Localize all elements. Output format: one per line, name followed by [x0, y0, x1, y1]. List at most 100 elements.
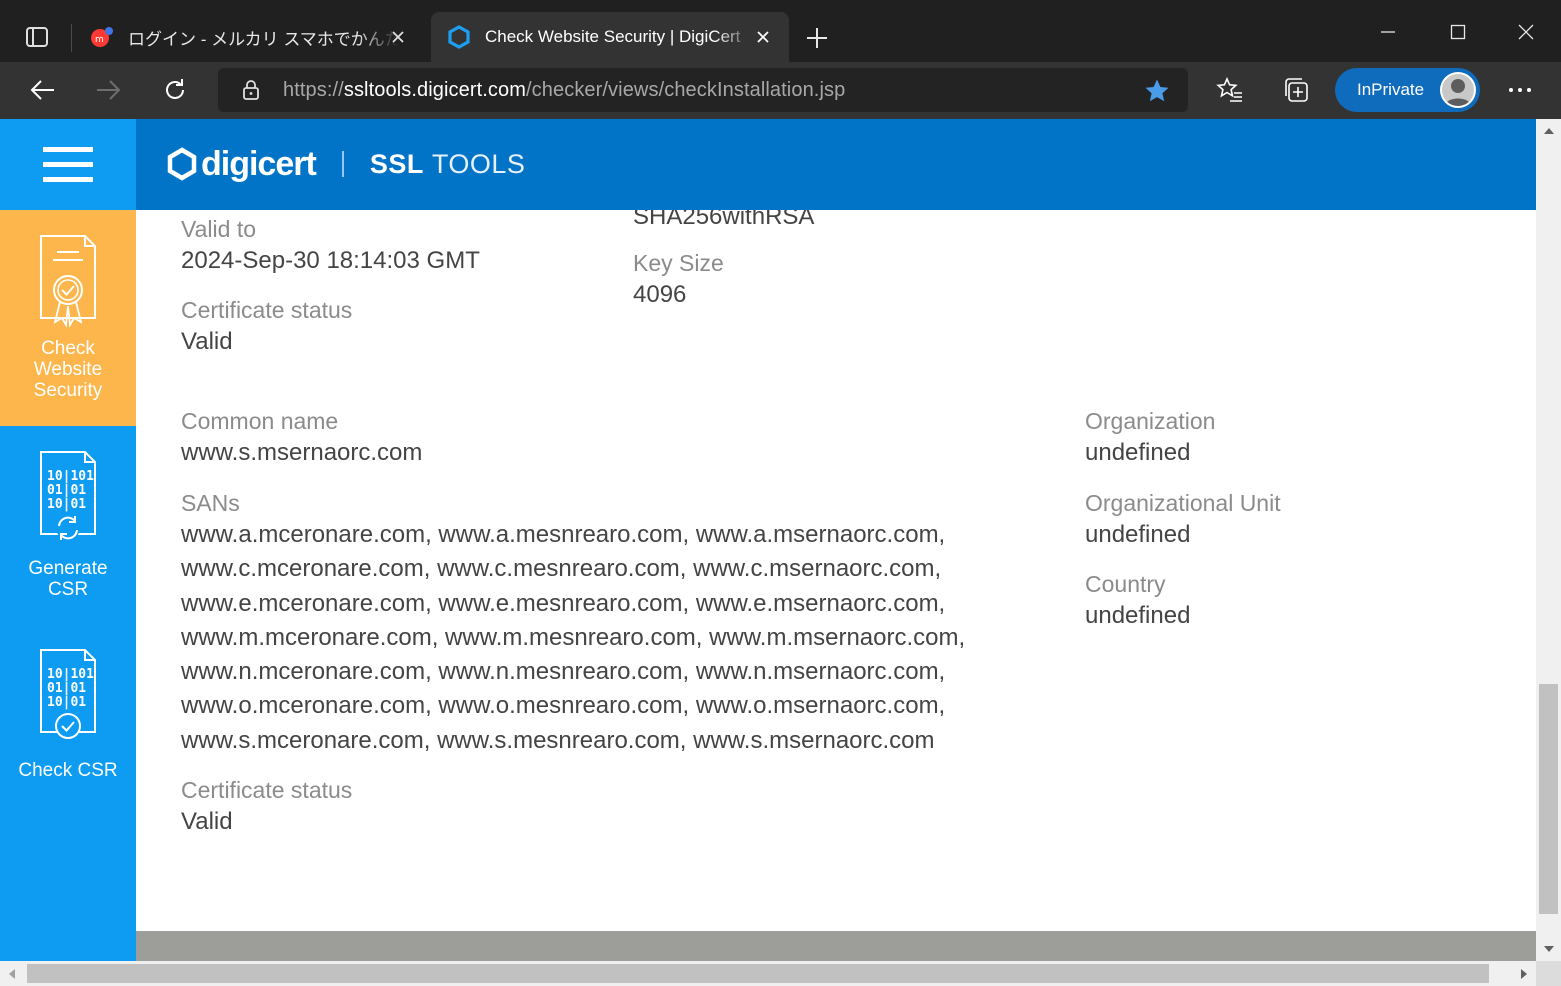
field-label: SANs	[181, 490, 240, 516]
address-bar[interactable]: https://ssltools.digicert.com/checker/vi…	[218, 68, 1188, 112]
svg-text:10|01: 10|01	[47, 695, 86, 710]
svg-text:01|01: 01|01	[47, 483, 86, 498]
arrow-right-icon	[97, 80, 121, 100]
field-label: Valid to	[181, 216, 257, 242]
refresh-icon	[166, 79, 184, 99]
digicert-favicon-icon	[448, 25, 470, 49]
scroll-down-button[interactable]	[1536, 937, 1561, 961]
collections-button[interactable]	[1276, 70, 1316, 110]
scrollbar-thumb[interactable]	[1539, 684, 1558, 914]
maximize-button[interactable]	[1436, 10, 1480, 54]
horizontal-scrollbar[interactable]	[0, 961, 1536, 986]
url-scheme: https://	[283, 78, 344, 101]
svg-text:10|101: 10|101	[47, 469, 94, 484]
tab-close-button[interactable]	[751, 25, 775, 49]
maximize-icon	[1450, 24, 1466, 40]
sidebar-item-check-website-security[interactable]: Check Website Security	[0, 210, 136, 426]
scrollbar-corner	[1536, 961, 1561, 986]
organization-field: Organization undefined	[1085, 406, 1215, 470]
hamburger-icon	[43, 162, 93, 167]
tab-close-button[interactable]	[386, 25, 410, 49]
inprivate-label: InPrivate	[1357, 80, 1425, 99]
binary-document-refresh-icon: 10|101 01|01 10|01	[40, 451, 96, 540]
scroll-left-button[interactable]	[0, 961, 24, 986]
profile-avatar	[1440, 72, 1476, 108]
field-label: Organization	[1085, 408, 1216, 434]
back-button[interactable]	[22, 70, 62, 110]
url-path: /checker/views/checkInstallation.jsp	[526, 78, 846, 101]
close-icon	[1518, 24, 1534, 40]
settings-more-button[interactable]	[1500, 70, 1540, 110]
field-value: 4096	[633, 281, 687, 308]
tab-mercari[interactable]: m ログイン - メルカリ スマホでかんたん フリマアプリ	[74, 12, 424, 62]
browser-titlebar: m ログイン - メルカリ スマホでかんたん フリマアプリ Check Webs…	[0, 0, 1561, 62]
minimize-icon	[1381, 31, 1395, 33]
close-icon	[757, 31, 769, 43]
plus-icon	[807, 28, 827, 48]
digicert-logo[interactable]: digicert SSL TOOLS	[165, 141, 525, 187]
sidebar: Check Website Security 10|101 01|01 10|0…	[0, 210, 136, 961]
scrollbar-thumb[interactable]	[27, 964, 1489, 983]
scroll-right-button[interactable]	[1512, 961, 1536, 986]
favorites-list-icon	[1216, 77, 1242, 102]
tab-digicert[interactable]: Check Website Security | DigiCert	[431, 12, 789, 62]
sans-field: SANs www.a.mceronare.com, www.a.mesnrear…	[181, 488, 1041, 758]
refresh-button[interactable]	[155, 70, 195, 110]
window-close-button[interactable]	[1504, 10, 1548, 54]
sidebar-item-check-csr[interactable]: 10|101 01|01 10|01 Check CSR	[0, 644, 136, 794]
certificate-status-field: Certificate status Valid	[181, 775, 352, 839]
key-size-field: Key Size 4096	[633, 248, 724, 312]
field-label: Key Size	[633, 250, 724, 276]
logo-divider	[341, 151, 344, 177]
country-field: Country undefined	[1085, 569, 1190, 633]
field-value: undefined	[1085, 521, 1191, 548]
favorite-star-icon[interactable]	[1144, 78, 1170, 104]
field-value: www.s.msernaorc.com	[181, 439, 423, 466]
page-footer	[136, 931, 1536, 961]
arrow-left-icon	[30, 80, 54, 100]
inprivate-button[interactable]: InPrivate	[1335, 68, 1480, 112]
favorites-button[interactable]	[1210, 70, 1250, 110]
field-value: Valid	[181, 808, 233, 835]
tab-title: Check Website Security | DigiCert	[485, 27, 741, 46]
product-name-light: TOOLS	[431, 148, 526, 179]
certificate-award-icon	[40, 235, 96, 328]
svg-text:10|01: 10|01	[47, 497, 86, 512]
caret-left-icon	[9, 968, 15, 979]
new-tab-button[interactable]	[800, 22, 834, 54]
caret-down-icon	[1543, 946, 1554, 952]
url-host: ssltools.digicert.com	[343, 78, 527, 101]
caret-right-icon	[1521, 968, 1527, 979]
sidebar-item-label: Check Website Security	[33, 338, 103, 401]
svg-text:10|101: 10|101	[47, 667, 94, 682]
mercari-favicon-icon: m	[91, 27, 113, 47]
field-label: Country	[1085, 571, 1166, 597]
svg-text:m: m	[95, 35, 104, 45]
caret-up-icon	[1543, 128, 1554, 134]
close-icon	[392, 31, 404, 43]
field-label: Certificate status	[181, 297, 353, 323]
vertical-scrollbar[interactable]	[1536, 119, 1561, 961]
browser-toolbar: https://ssltools.digicert.com/checker/vi…	[0, 62, 1561, 119]
more-horizontal-icon	[1509, 88, 1531, 92]
menu-button[interactable]	[0, 119, 136, 210]
certificate-status-field: Certificate status Valid	[181, 295, 352, 359]
field-value: www.a.mceronare.com, www.a.mesnrearo.com…	[181, 521, 966, 754]
field-value: 2024-Sep-30 18:14:03 GMT	[181, 247, 480, 274]
forward-button[interactable]	[89, 70, 129, 110]
tab-actions-button[interactable]	[18, 22, 56, 52]
scroll-up-button[interactable]	[1536, 119, 1561, 143]
valid-to-field: Valid to 2024-Sep-30 18:14:03 GMT	[181, 214, 480, 278]
minimize-button[interactable]	[1366, 10, 1410, 54]
tab-actions-icon	[26, 27, 48, 47]
page-viewport: digicert SSL TOOLS Check Website Securit…	[0, 119, 1536, 961]
url-text[interactable]: https://ssltools.digicert.com/checker/vi…	[283, 79, 845, 102]
hamburger-icon	[43, 147, 93, 152]
hamburger-icon	[43, 177, 93, 182]
lock-icon[interactable]	[240, 79, 262, 101]
collections-icon	[1285, 78, 1308, 102]
sidebar-item-generate-csr[interactable]: 10|101 01|01 10|01 Generate CSR	[0, 442, 136, 622]
digicert-logo-icon	[167, 147, 197, 181]
results-content: Valid to 2024-Sep-30 18:14:03 GMT Certif…	[181, 119, 1511, 961]
binary-document-check-icon: 10|101 01|01 10|01	[40, 649, 96, 739]
